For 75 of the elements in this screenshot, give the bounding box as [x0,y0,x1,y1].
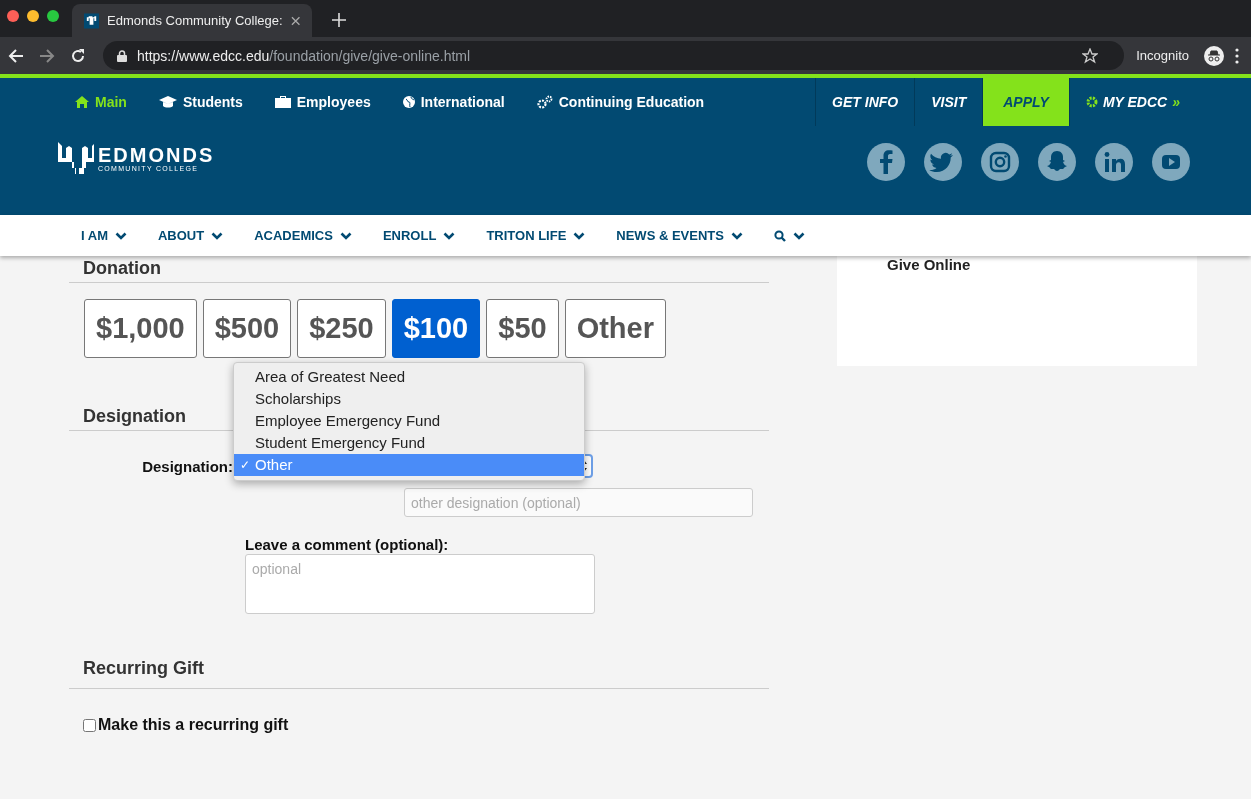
chevron-down-icon [339,231,352,240]
address-bar[interactable]: https://www.edcc.edu/foundation/give/give-online.html [103,41,1125,70]
dropdown-option[interactable]: Area of Greatest Need [234,366,584,388]
amount-button[interactable]: $100 [391,299,481,358]
main-nav-link[interactable]: NEWS & EVENTS [616,228,743,243]
top-nav-link[interactable]: Main [75,94,127,110]
comment-field[interactable]: optional [245,554,595,614]
top-nav-link[interactable]: Students [158,94,243,110]
new-tab-icon[interactable] [332,13,346,27]
back-arrow-icon[interactable] [8,47,24,64]
amount-button[interactable]: $50 [486,299,559,358]
ghost-icon [1038,143,1076,181]
chevron-down-icon [211,231,224,240]
sidebar-link[interactable]: Give Online [887,256,971,273]
top-nav-link[interactable]: International [402,94,505,110]
social-link[interactable] [1095,143,1133,181]
gears-icon [536,95,553,109]
globe-icon [402,96,415,108]
letter-f-icon [867,143,905,181]
chevron-down-icon [730,231,743,240]
search-menu-button[interactable] [773,229,805,242]
forward-arrow-icon[interactable] [39,47,55,64]
close-icon[interactable] [290,15,300,26]
amount-button[interactable]: $500 [202,299,292,358]
trident-logo-icon[interactable] [58,142,94,174]
chevron-down-icon [792,231,805,240]
close-window-button[interactable] [7,10,19,22]
top-nav-link[interactable]: Continuing Education [536,94,705,110]
social-link[interactable] [924,143,962,181]
logo-wordmark[interactable]: EDMONDS [98,144,215,165]
lock-icon [117,49,127,62]
apply-link[interactable]: APPLY [982,78,1069,126]
chevron-down-icon [573,231,586,240]
checkbox-label: Make this a recurring gift [98,716,289,734]
social-link[interactable] [981,143,1019,181]
bird-icon [924,143,962,181]
main-nav-link[interactable]: TRITON LIFE [486,228,586,243]
section-heading: Recurring Gift [69,658,769,689]
social-link[interactable] [867,143,905,181]
reload-icon[interactable] [70,47,86,64]
dropdown-option[interactable]: Student Emergency Fund [234,432,584,454]
social-link[interactable] [1038,143,1076,181]
main-nav-link[interactable]: ACADEMICS [254,228,352,243]
play-icon [1152,143,1190,181]
social-link[interactable] [1152,143,1190,181]
recurring-checkbox[interactable] [83,718,96,732]
gear-icon [1085,96,1098,108]
comment-label: Leave a comment (optional): [245,536,450,554]
main-nav-link[interactable]: I AM [81,228,127,243]
amount-button[interactable]: Other [564,299,666,358]
menu-icon[interactable] [1235,47,1239,64]
other-designation-field[interactable]: other designation (optional) [404,488,753,517]
profile-label: Incognito [1136,48,1189,63]
top-nav-link[interactable]: Employees [274,94,371,110]
minimize-window-button[interactable] [27,10,39,22]
trident-icon [84,12,100,29]
main-nav-link[interactable]: ENROLL [382,228,456,243]
section-heading: Donation [69,258,769,283]
field-label: Designation: [141,457,233,475]
incognito-icon[interactable] [1204,45,1224,66]
search-icon [773,229,786,242]
in-letters-icon [1095,143,1133,181]
browser-tab[interactable]: Edmonds Community College: [72,4,312,37]
star-icon[interactable] [1082,47,1099,64]
main-nav-link[interactable]: ABOUT [157,228,224,243]
zoom-window-button[interactable] [47,10,59,22]
amount-button[interactable]: $250 [297,299,386,358]
amount-button[interactable]: $1,000 [84,299,197,358]
briefcase-icon [274,96,291,108]
chevron-down-icon [114,231,127,240]
graduation-cap-icon [158,96,177,108]
camera-icon [981,143,1019,181]
chevron-down-icon [443,231,456,240]
dropdown-option[interactable]: Employee Emergency Fund [234,410,584,432]
home-icon [75,96,89,108]
